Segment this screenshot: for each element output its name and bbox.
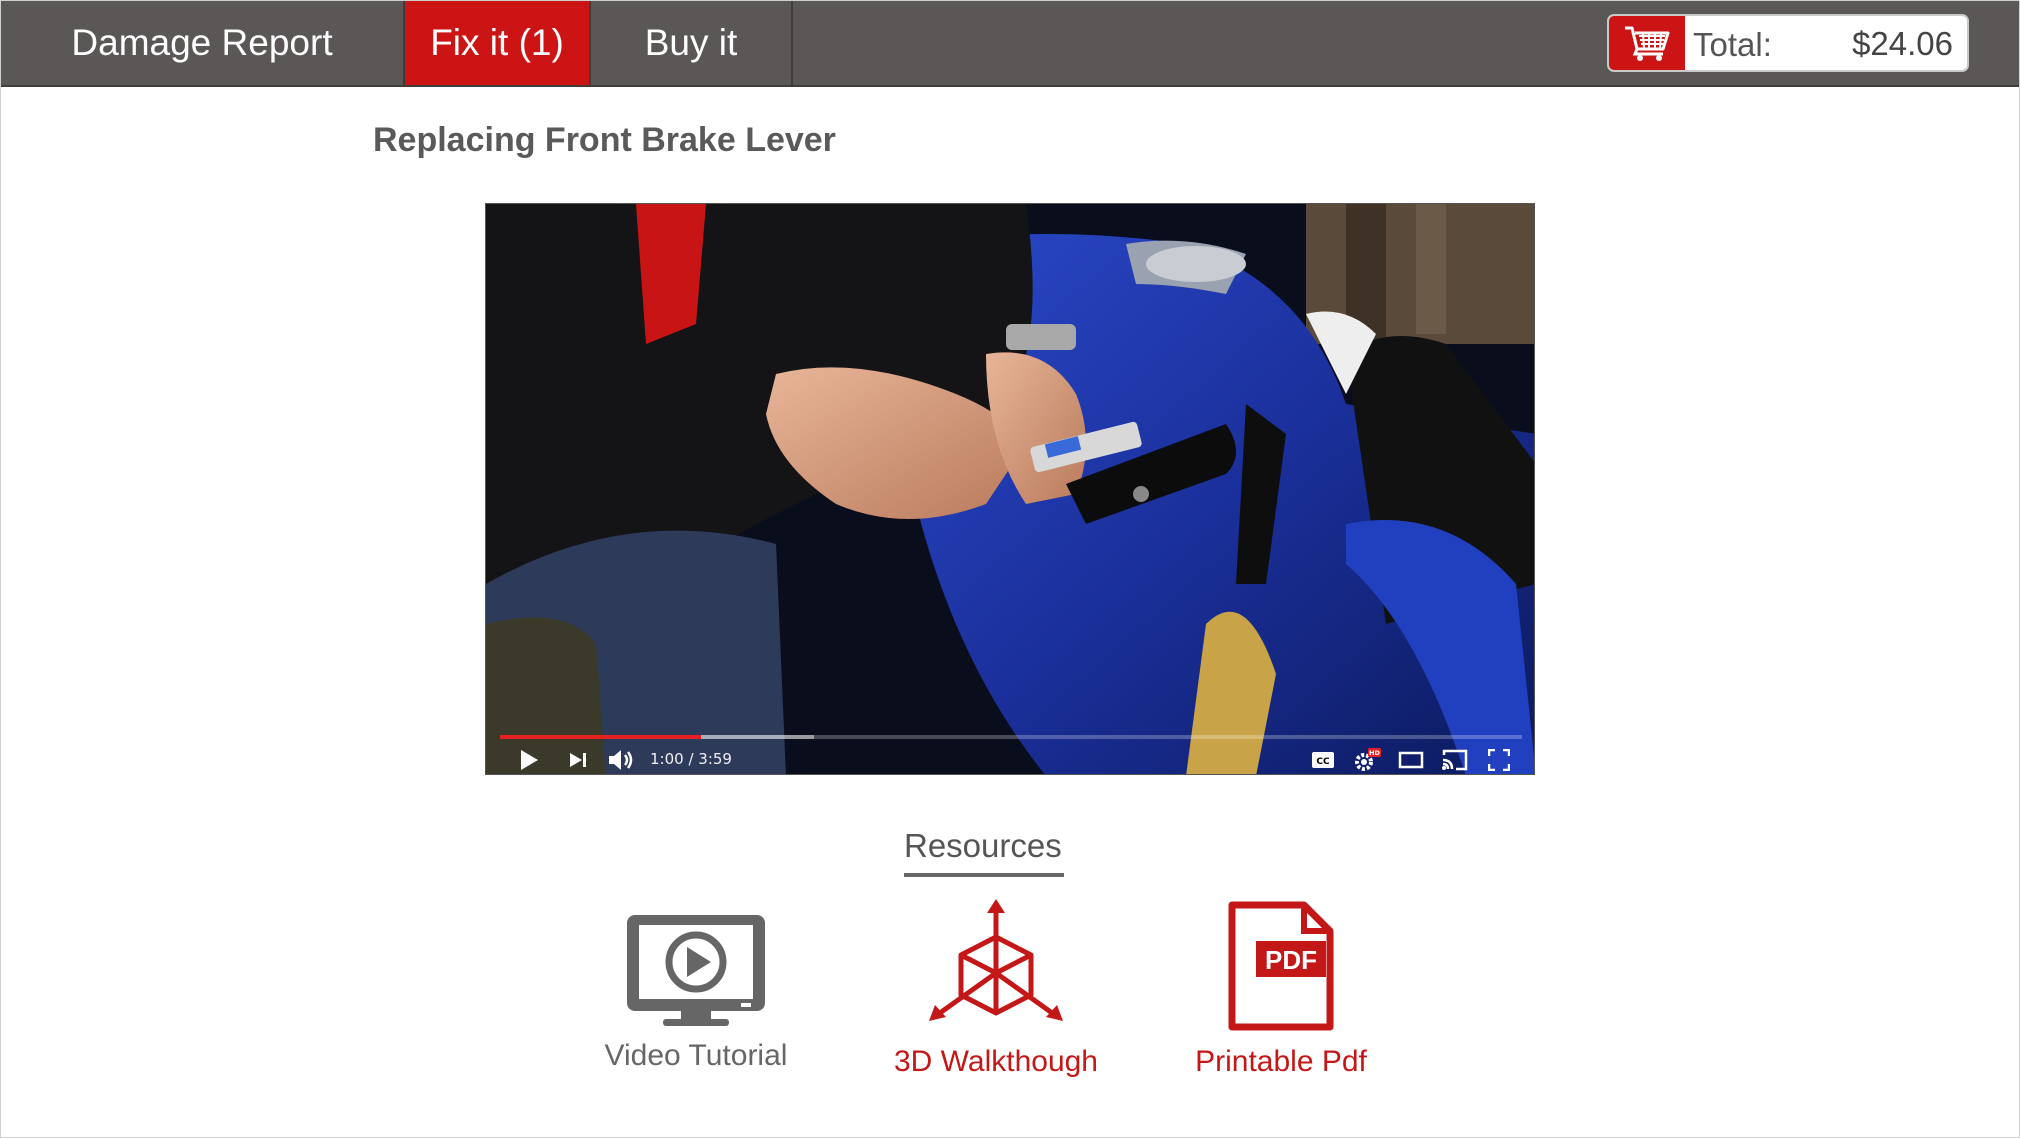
resource-label: Printable Pdf bbox=[1195, 1045, 1367, 1078]
total-label: Total: bbox=[1693, 26, 1772, 63]
settings-icon: HD bbox=[1355, 748, 1381, 771]
resource-video-tutorial[interactable]: Video Tutorial bbox=[596, 911, 796, 1081]
top-nav-bar: Damage Report Fix it (1) Buy it Total: $… bbox=[1, 1, 2019, 87]
settings-button[interactable]: HD bbox=[1350, 746, 1384, 774]
captions-button[interactable]: CC bbox=[1308, 746, 1338, 774]
video-player[interactable]: 1:00 / 3:59 CC HD bbox=[485, 203, 1535, 775]
total-value: $24.06 bbox=[1852, 25, 1953, 62]
played-bar bbox=[500, 735, 702, 739]
resources-heading: Resources bbox=[904, 827, 1062, 864]
captions-icon: CC bbox=[1312, 752, 1334, 768]
pdf-document-icon: PDF bbox=[1228, 901, 1334, 1031]
tab-label: Buy it bbox=[644, 22, 738, 63]
cast-button[interactable] bbox=[1438, 746, 1472, 774]
video-progress-bar[interactable] bbox=[500, 735, 1522, 739]
time-readout: 1:00 / 3:59 bbox=[650, 750, 732, 768]
resource-label: 3D Walkthough bbox=[894, 1045, 1098, 1078]
next-icon bbox=[570, 753, 586, 767]
volume-icon bbox=[609, 750, 633, 770]
tab-damage-report[interactable]: Damage Report bbox=[1, 1, 405, 85]
tab-buy-it[interactable]: Buy it bbox=[591, 1, 793, 85]
next-button[interactable] bbox=[564, 746, 592, 774]
cart-button[interactable] bbox=[1609, 16, 1685, 70]
resource-3d-walkthrough[interactable]: 3D Walkthough bbox=[881, 897, 1111, 1087]
volume-button[interactable] bbox=[606, 746, 636, 774]
resources-underline bbox=[904, 873, 1064, 877]
page-title: Replacing Front Brake Lever bbox=[373, 121, 836, 159]
fullscreen-button[interactable] bbox=[1484, 746, 1514, 774]
hd-badge: HD bbox=[1369, 749, 1380, 757]
pdf-badge: PDF bbox=[1265, 945, 1317, 975]
shopping-cart-icon bbox=[1625, 26, 1670, 61]
app-window: Damage Report Fix it (1) Buy it Total: $… bbox=[0, 0, 2020, 1138]
video-controls: 1:00 / 3:59 CC HD bbox=[486, 744, 1534, 774]
play-icon bbox=[521, 750, 538, 770]
tab-label: Damage Report bbox=[71, 22, 333, 63]
monitor-play-icon bbox=[627, 915, 765, 1026]
fullscreen-icon bbox=[1488, 749, 1510, 771]
tab-label: Fix it (1) bbox=[430, 22, 564, 63]
video-frame-image bbox=[486, 204, 1534, 774]
resource-printable-pdf[interactable]: PDF Printable Pdf bbox=[1181, 901, 1381, 1087]
play-button[interactable] bbox=[514, 746, 544, 774]
cast-icon bbox=[1442, 749, 1468, 771]
tab-fix-it[interactable]: Fix it (1) bbox=[405, 1, 591, 85]
cart-total[interactable]: Total: $24.06 bbox=[1607, 14, 1969, 72]
theater-icon bbox=[1398, 751, 1424, 769]
resource-label: Video Tutorial bbox=[604, 1039, 788, 1072]
svg-text:CC: CC bbox=[1316, 757, 1330, 767]
cube-3d-icon bbox=[929, 899, 1063, 1021]
theater-mode-button[interactable] bbox=[1396, 746, 1426, 774]
